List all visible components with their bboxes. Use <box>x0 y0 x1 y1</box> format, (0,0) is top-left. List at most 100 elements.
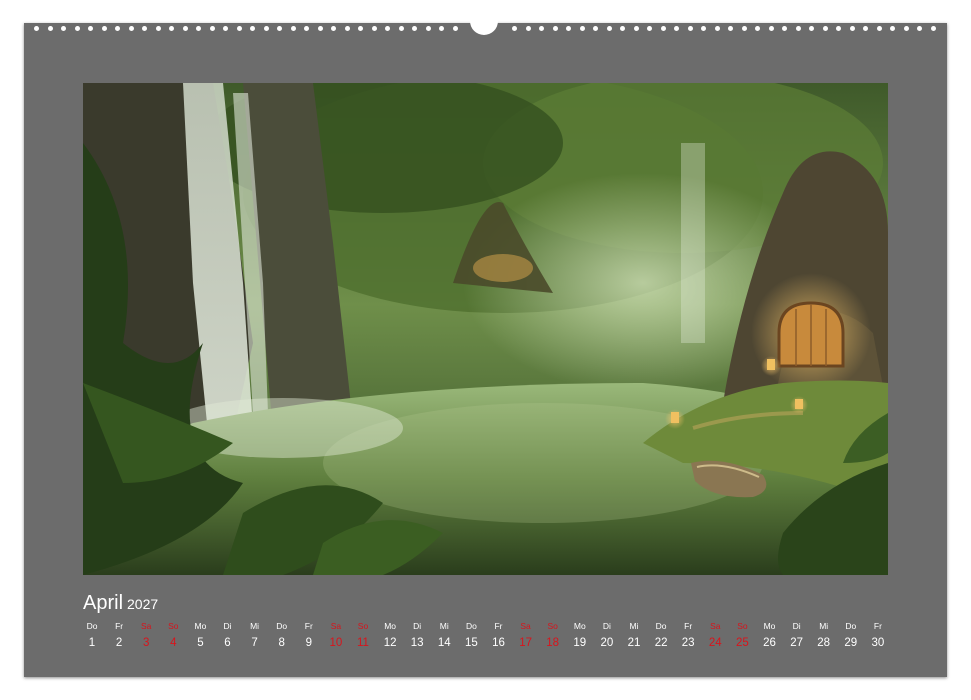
day-number: 28 <box>817 637 831 649</box>
weekday-label: Sa <box>330 621 342 631</box>
day-number: 25 <box>735 637 749 649</box>
binding-hole-icon <box>849 26 855 31</box>
day-number: 24 <box>708 637 722 649</box>
binding-hole-icon <box>61 26 66 31</box>
binding-hole-icon <box>34 26 39 31</box>
day-number: 2 <box>115 637 123 649</box>
day-number: 30 <box>871 637 885 649</box>
binding-hole-icon <box>236 26 242 31</box>
weekday-label: Mo <box>194 621 207 631</box>
binding-hole-icon <box>525 26 531 31</box>
weekday-label: Di <box>223 621 232 631</box>
weekday-label: Di <box>792 621 801 631</box>
binding-hole-icon <box>930 26 936 31</box>
binding-hole-icon <box>371 26 377 31</box>
binding-hole-icon <box>674 26 679 31</box>
binding-hole-icon <box>317 26 323 31</box>
weekday-label: Di <box>413 621 422 631</box>
binding-hole-icon <box>782 26 787 31</box>
weekday-label: So <box>547 621 558 631</box>
weekday-label: Mi <box>819 621 829 631</box>
month-name: April <box>83 592 124 614</box>
day-number: 19 <box>573 637 587 649</box>
binding-hole-icon <box>606 26 612 31</box>
binding-hole-icon <box>593 26 598 31</box>
binding-hole-icon <box>552 26 558 31</box>
spiral-binding <box>24 15 947 35</box>
binding-hole-icon <box>687 26 693 31</box>
day-number: 17 <box>519 637 532 649</box>
day-number: 4 <box>170 637 177 649</box>
weekday-label: Fr <box>494 621 503 631</box>
binding-hole-icon <box>566 26 571 31</box>
weekday-label: Di <box>602 621 611 631</box>
day-number: 15 <box>464 637 478 649</box>
weekday-label: Do <box>465 621 477 631</box>
binding-hole-icon <box>425 26 431 31</box>
binding-hole-icon <box>660 26 666 31</box>
binding-hole-icon <box>47 26 53 31</box>
weekday-label: Fr <box>684 621 693 631</box>
binding-hole-icon <box>209 26 215 31</box>
hanger-notch-icon <box>470 15 498 35</box>
binding-hole-icon <box>728 26 733 31</box>
weekday-label: Sa <box>140 621 152 631</box>
binding-hole-icon <box>169 26 174 31</box>
day-number: 13 <box>410 637 424 649</box>
binding-hole-icon <box>290 26 296 31</box>
binding-hole-icon <box>74 26 80 31</box>
binding-hole-icon <box>768 26 774 31</box>
day-number: 12 <box>383 637 397 649</box>
day-number: 6 <box>224 637 231 649</box>
day-number: 29 <box>844 637 858 649</box>
day-number: 20 <box>600 637 614 649</box>
binding-hole-icon <box>101 26 107 31</box>
weekday-label: Do <box>655 621 667 631</box>
binding-hole-icon <box>836 26 841 31</box>
weekday-label: Mo <box>384 621 396 631</box>
month-year: 2027 <box>127 596 159 612</box>
binding-hole-icon <box>331 26 336 31</box>
binding-hole-icon <box>647 26 652 31</box>
month-title: April 2027 <box>83 592 158 615</box>
binding-hole-icon <box>701 26 706 31</box>
weekday-label: Do <box>845 621 857 631</box>
day-number: 22 <box>654 637 668 649</box>
binding-hole-icon <box>304 26 309 31</box>
weekday-label: Do <box>276 621 288 631</box>
day-number: 9 <box>305 637 312 649</box>
binding-hole-icon <box>196 26 201 31</box>
binding-hole-icon <box>512 26 517 31</box>
weekday-label: Fr <box>115 621 124 631</box>
day-number: 11 <box>357 637 369 649</box>
weekday-label: Sa <box>520 621 531 631</box>
binding-hole-icon <box>385 26 390 31</box>
weekday-label: Sa <box>710 621 721 631</box>
binding-hole-icon <box>822 26 828 31</box>
binding-hole-icon <box>250 26 255 31</box>
binding-hole-icon <box>412 26 417 31</box>
weekday-label: Mo <box>763 621 776 631</box>
day-number: 3 <box>142 637 150 649</box>
day-number: 7 <box>251 637 258 649</box>
binding-hole-icon <box>633 26 639 31</box>
binding-hole-icon <box>809 26 814 31</box>
binding-hole-icon <box>863 26 868 31</box>
binding-hole-icon <box>903 26 909 31</box>
day-number: 18 <box>546 637 560 649</box>
weekday-label: Mi <box>439 621 449 631</box>
weekday-label: So <box>168 621 179 631</box>
day-number: 16 <box>492 637 505 649</box>
weekday-row: Do Fr Sa So Mo Di Mi Do Fr Sa So Mo Di Mi Do Fr Sa So Mo Di… <box>79 621 899 637</box>
binding-hole-icon <box>452 26 458 31</box>
day-number: 5 <box>197 637 204 649</box>
day-number-row: 1 2 3 4 5 6 7 8 9 10 11 12 13 14 15 16 17 18 19 20 21 22 23 24 2… <box>79 637 899 653</box>
weekday-label: Mi <box>250 621 260 631</box>
binding-hole-icon <box>795 26 801 31</box>
weekday-label: Mo <box>573 621 586 631</box>
weekday-label: Do <box>86 621 98 631</box>
binding-hole-icon <box>755 26 760 31</box>
binding-hole-icon <box>741 26 747 31</box>
binding-hole-icon <box>579 26 585 31</box>
binding-hole-icon <box>358 26 363 31</box>
